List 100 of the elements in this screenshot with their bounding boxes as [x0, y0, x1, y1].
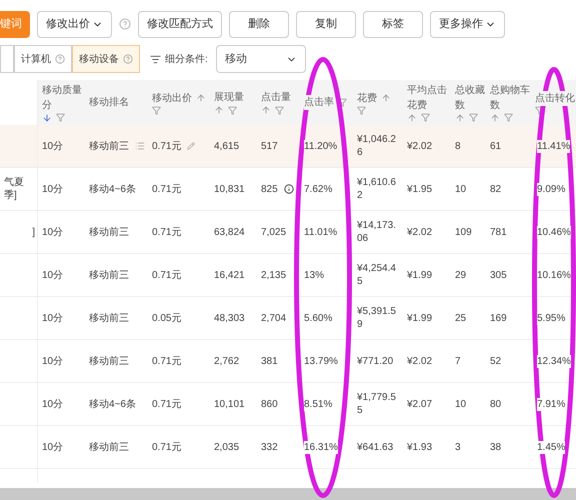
filter-icon[interactable] — [357, 106, 366, 114]
table-cell: 移动前三 — [89, 226, 129, 238]
table-cell: 10分 — [42, 398, 64, 410]
table-cell: ¥1.93 — [407, 440, 432, 454]
segment-select[interactable]: 移动 — [216, 45, 306, 73]
sort-up-icon[interactable] — [455, 112, 465, 122]
column-header[interactable]: 点击率 — [304, 95, 334, 110]
table-cell: 13.79% — [304, 354, 338, 368]
column-header[interactable]: 花费 — [357, 90, 377, 106]
table-cell: 781 — [490, 226, 507, 238]
column-header[interactable]: 总收藏数 — [455, 82, 486, 112]
device-tab[interactable] — [0, 45, 14, 73]
table-cell: 517 — [261, 140, 278, 152]
table-row[interactable]: ] 10分 移动前三 0.71元 63,824 7,025 11.01% ¥14,173.06 ¥2.02 109 781 10.46% — [0, 211, 576, 254]
table-cell: ¥1.99 — [407, 268, 432, 282]
help-icon[interactable] — [123, 54, 133, 64]
edit-icon[interactable] — [187, 142, 196, 150]
table-cell: ¥2.02 — [407, 140, 432, 152]
table-cell: 10分 — [42, 226, 64, 238]
sort-up-icon[interactable] — [381, 93, 391, 103]
list-icon[interactable] — [135, 141, 145, 151]
filter-icon[interactable] — [275, 106, 284, 114]
column-header[interactable]: 点击转化 — [535, 90, 575, 106]
table-cell: ¥2.07 — [407, 398, 432, 410]
table-cell: 7,025 — [261, 226, 286, 238]
table-cell: 48,303 — [214, 312, 245, 324]
help-icon[interactable] — [119, 18, 131, 30]
table-cell: 2,762 — [214, 354, 240, 368]
device-tab[interactable]: 计算机 — [14, 45, 72, 73]
table-cell: ¥771.20 — [357, 354, 394, 368]
table-cell: 11.01% — [304, 226, 338, 238]
table-row[interactable]: 10分 移动前三 0.71元 2,762 381 13.79% ¥771.20 ¥2.02 7 52 12.34% — [0, 340, 576, 383]
column-header[interactable]: 点击量 — [261, 90, 291, 105]
sort-down-icon[interactable] — [42, 112, 52, 122]
sort-up-icon[interactable] — [407, 112, 417, 122]
table-cell: 12.34% — [537, 354, 571, 368]
table-cell: 82 — [490, 182, 502, 196]
table-row[interactable]: 10分 移动前三 0.05元 48,303 2,704 5.60% ¥5,391.59 ¥1.99 25 169 5.95% — [0, 297, 576, 340]
table-row[interactable]: 10分 移动前三 0.71元 2,035 332 16.31% ¥641.63 ¥1.93 3 38 1.45% — [0, 426, 576, 469]
table-cell: 10分 — [42, 182, 64, 196]
toolbar-button[interactable]: 标签 — [363, 10, 423, 38]
toolbar-button[interactable]: 复制 — [296, 10, 356, 38]
table-cell: 7.62% — [304, 182, 332, 196]
table-cell: 10分 — [42, 354, 64, 368]
table-row[interactable]: 10分 移动4~6条 0.71元 10,101 860 8.51% ¥1,779.55 ¥2.07 10 80 7.91% — [0, 383, 576, 426]
segment-label: 细分条件: — [165, 52, 208, 66]
table-cell: 38 — [490, 440, 502, 454]
info-icon[interactable] — [284, 184, 294, 194]
table-cell: 29 — [455, 268, 466, 282]
table-cell: 169 — [490, 312, 507, 324]
table-cell: 10 — [455, 182, 466, 196]
table-cell: 332 — [261, 440, 278, 454]
sort-up-icon[interactable] — [196, 93, 206, 103]
device-tab[interactable]: 移动设备 — [72, 45, 140, 73]
table-cell: 10分 — [42, 312, 64, 324]
table-cell: 2,035 — [214, 440, 240, 454]
table-cell: 0.71元 — [152, 226, 182, 238]
table-cell: 305 — [490, 268, 507, 282]
column-header[interactable]: 移动质量分 — [42, 82, 85, 112]
sort-up-icon[interactable] — [214, 105, 224, 115]
table-cell: 25 — [455, 312, 466, 324]
table-cell: 4,615 — [214, 140, 240, 152]
scrollbar[interactable] — [0, 488, 576, 500]
sort-up-icon[interactable] — [490, 112, 500, 122]
filter-icon[interactable] — [504, 113, 513, 122]
toolbar-button[interactable]: 删除 — [229, 10, 289, 38]
table-cell: ¥1.95 — [407, 182, 432, 196]
filter-icon[interactable] — [469, 113, 478, 122]
table-row[interactable]: 10分 移动前三 0.71元 4,615 517 11.20% ¥1,046.26 ¥2.02 8 61 11.41% — [0, 125, 576, 168]
segment-icon — [150, 54, 161, 64]
filter-icon[interactable] — [228, 106, 237, 114]
table-cell: 10,101 — [214, 398, 245, 410]
table-cell: 10,831 — [214, 182, 245, 196]
table-cell: 109 — [455, 226, 472, 238]
table-cell: 0.71元 — [152, 440, 182, 454]
column-header[interactable]: 移动出价 — [152, 90, 192, 106]
table-cell: 860 — [261, 398, 278, 410]
filter-icon[interactable] — [338, 98, 347, 107]
table-cell: 8.51% — [304, 398, 332, 410]
table-cell: 10.46% — [537, 226, 571, 238]
column-header[interactable]: 总购物车数 — [490, 82, 533, 112]
table-cell: 2,135 — [261, 268, 286, 282]
table-cell: 5.60% — [304, 312, 332, 324]
dropdown-button[interactable]: 修改出价 — [37, 10, 112, 38]
dropdown-button[interactable]: 更多操作 — [430, 10, 505, 38]
table-cell: 移动前三 — [89, 312, 129, 324]
filter-icon[interactable] — [421, 113, 430, 122]
table-cell: 移动前三 — [89, 354, 129, 368]
sort-up-icon[interactable] — [261, 105, 271, 115]
table-cell: 0.71元 — [152, 268, 182, 282]
table-cell: 2,704 — [261, 312, 286, 324]
filter-icon[interactable] — [152, 106, 161, 114]
table-cell: 9.09% — [537, 182, 566, 196]
filter-icon[interactable] — [56, 113, 65, 122]
table-cell: 移动前三 — [89, 140, 129, 152]
table-cell: 5.95% — [537, 312, 566, 324]
toolbar-button[interactable]: 修改匹配方式 — [138, 10, 222, 38]
table-row[interactable]: 气夏季] 10分 移动4~6条 0.71元 10,831 825 7.62% ¥1,610.62 ¥1.95 10 82 9.09% — [0, 168, 576, 211]
table-cell: 825 — [261, 182, 278, 196]
help-icon[interactable] — [55, 54, 65, 64]
